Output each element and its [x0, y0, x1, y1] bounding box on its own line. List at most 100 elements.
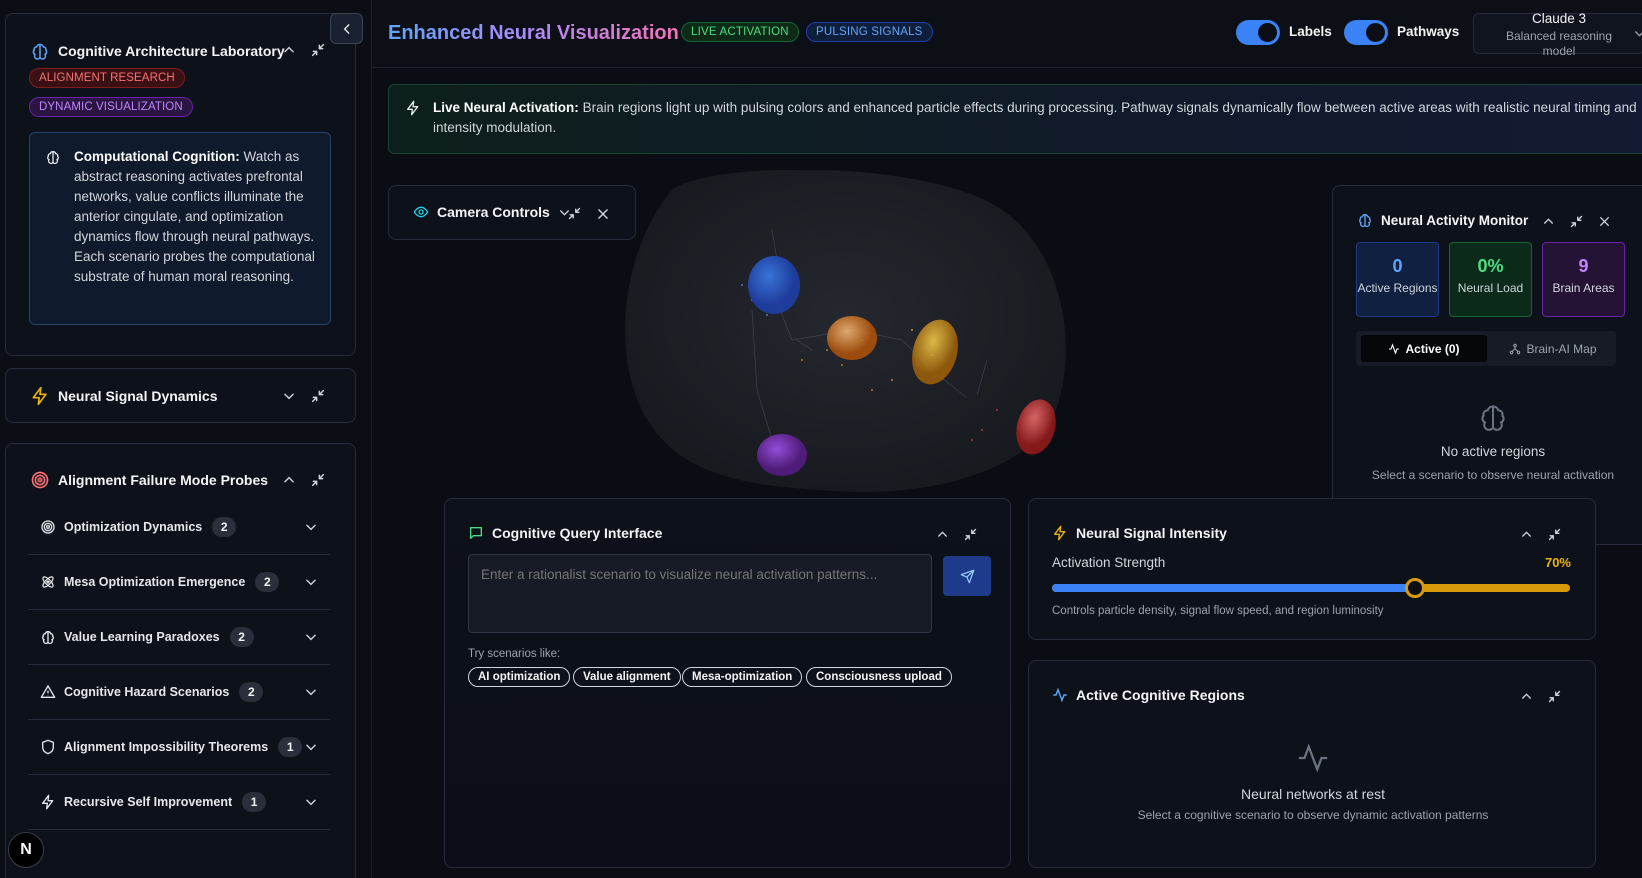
probes-title: Alignment Failure Mode Probes — [58, 472, 269, 488]
shield-icon — [40, 739, 56, 755]
minimize-icon[interactable] — [963, 527, 978, 542]
target-icon — [40, 519, 56, 535]
chevron-down-icon[interactable] — [282, 389, 296, 403]
close-icon[interactable] — [596, 207, 610, 221]
stat-brain-areas: 9 Brain Areas — [1542, 242, 1625, 317]
probe-label: Optimization Dynamics — [64, 520, 203, 534]
query-input[interactable] — [468, 554, 932, 633]
region-temporal — [757, 434, 807, 476]
lightning-icon — [1054, 525, 1066, 541]
live-activation-banner: Live Neural Activation: Brain regions li… — [388, 84, 1642, 154]
chevron-up-icon[interactable] — [282, 473, 296, 487]
probe-impossibility-theorems[interactable]: Alignment Impossibility Theorems 1 — [28, 720, 330, 775]
chevron-up-icon[interactable] — [1520, 528, 1533, 541]
regions-title: Active Cognitive Regions — [1076, 687, 1245, 703]
region-prefrontal — [748, 256, 800, 314]
top-bar: Enhanced Neural Visualization LIVE ACTIV… — [372, 0, 1642, 68]
minimize-icon[interactable] — [1547, 527, 1562, 542]
active-regions-panel: Active Cognitive Regions Neural networks… — [1028, 660, 1596, 868]
model-select[interactable]: Claude 3 Balanced reasoning model — [1473, 11, 1642, 58]
close-icon[interactable] — [1598, 215, 1611, 228]
probe-optimization-dynamics[interactable]: Optimization Dynamics 2 — [28, 500, 330, 555]
badge-alignment-research: ALIGNMENT RESEARCH — [29, 68, 185, 88]
query-title: Cognitive Query Interface — [492, 525, 663, 541]
chevron-down-icon[interactable] — [304, 575, 318, 589]
activity-icon — [1298, 743, 1328, 773]
pathways-toggle[interactable] — [1344, 20, 1388, 45]
model-description: Balanced reasoning model — [1505, 29, 1613, 58]
chevron-down-icon[interactable] — [304, 520, 318, 534]
stat-active-regions: 0 Active Regions — [1356, 242, 1439, 317]
brain-viewport[interactable]: Camera Controls Neural Activity Monitor … — [372, 170, 1642, 878]
sidebar-collapse-button[interactable] — [330, 13, 363, 44]
brain-icon — [47, 151, 59, 165]
minimize-icon[interactable] — [1569, 214, 1584, 229]
slider-fill — [1052, 584, 1415, 592]
camera-controls-panel: Camera Controls — [388, 185, 636, 240]
lightning-icon — [40, 794, 56, 810]
stat-label: Active Regions — [1357, 281, 1438, 295]
monitor-empty-subtitle: Select a scenario to observe neural acti… — [1371, 468, 1615, 482]
minimize-icon[interactable] — [310, 388, 326, 404]
page-title: Enhanced Neural Visualization — [388, 22, 679, 44]
minimize-icon[interactable] — [1547, 689, 1562, 704]
brain-icon — [1481, 405, 1505, 431]
monitor-title: Neural Activity Monitor — [1381, 212, 1529, 228]
stat-neural-load: 0% Neural Load — [1449, 242, 1532, 317]
probe-value-learning[interactable]: Value Learning Paradoxes 2 — [28, 610, 330, 665]
send-button[interactable] — [943, 556, 991, 596]
chevron-left-icon — [343, 23, 349, 34]
app-logo[interactable]: N — [8, 832, 44, 868]
signal-dynamics-title: Neural Signal Dynamics — [58, 388, 218, 404]
regions-empty-subtitle: Select a cognitive scenario to observe d… — [1137, 808, 1489, 822]
probe-label: Recursive Self Improvement — [64, 795, 233, 809]
chip-consciousness-upload[interactable]: Consciousness upload — [806, 667, 952, 687]
chevron-up-icon[interactable] — [1542, 215, 1555, 228]
chip-value-alignment[interactable]: Value alignment — [573, 667, 681, 687]
chevron-down-icon[interactable] — [304, 795, 318, 809]
tag-pulsing-signals: PULSING SIGNALS — [806, 22, 933, 42]
eye-icon — [413, 206, 429, 218]
minimize-icon[interactable] — [567, 206, 582, 221]
signal-dynamics-panel[interactable]: Neural Signal Dynamics — [5, 368, 356, 423]
tab-active-label: Active (0) — [1405, 341, 1460, 356]
main-area: Enhanced Neural Visualization LIVE ACTIV… — [372, 0, 1642, 878]
query-interface-panel: Cognitive Query Interface Try scenarios … — [444, 498, 1011, 868]
labels-toggle[interactable] — [1236, 20, 1280, 45]
neural-activity-monitor: Neural Activity Monitor 0 Active Regions… — [1332, 185, 1642, 545]
chip-mesa-optimization[interactable]: Mesa-optimization — [682, 667, 803, 687]
chevron-up-icon[interactable] — [936, 528, 949, 541]
chevron-down-icon[interactable] — [304, 685, 318, 699]
chevron-down-icon[interactable] — [304, 740, 318, 754]
probe-label: Cognitive Hazard Scenarios — [64, 685, 230, 699]
minimize-icon[interactable] — [310, 42, 326, 58]
lab-panel: Cognitive Architecture Laboratory ALIGNM… — [5, 13, 356, 356]
activation-slider[interactable] — [1052, 578, 1570, 598]
chevron-down-icon[interactable] — [304, 630, 318, 644]
slider-thumb[interactable] — [1404, 578, 1425, 598]
warning-icon — [40, 684, 56, 700]
intensity-title: Neural Signal Intensity — [1076, 525, 1227, 541]
stat-value: 9 — [1578, 256, 1589, 276]
probe-count: 1 — [278, 737, 303, 757]
chevron-up-icon[interactable] — [1520, 690, 1533, 703]
model-name: Claude 3 — [1531, 11, 1587, 26]
activation-label: Activation Strength — [1052, 555, 1166, 570]
stat-value: 0% — [1477, 256, 1504, 276]
labels-toggle-label: Labels — [1289, 24, 1332, 39]
try-label: Try scenarios like: — [468, 648, 561, 660]
tab-active-regions[interactable]: Active (0) — [1361, 335, 1487, 362]
probe-recursive-self-improvement[interactable]: Recursive Self Improvement 1 — [28, 775, 330, 830]
stat-value: 0 — [1392, 256, 1403, 276]
stat-label: Brain Areas — [1552, 281, 1615, 295]
message-icon — [470, 527, 482, 539]
minimize-icon[interactable] — [310, 472, 326, 488]
info-text: Watch as abstract reasoning activates pr… — [74, 149, 315, 284]
tab-brain-ai-map[interactable]: Brain-AI Map — [1490, 335, 1616, 362]
probe-cognitive-hazard[interactable]: Cognitive Hazard Scenarios 2 — [28, 665, 330, 720]
banner-bold: Live Neural Activation: — [433, 100, 579, 115]
pathways-toggle-label: Pathways — [1397, 24, 1460, 39]
probe-mesa-optimization[interactable]: Mesa Optimization Emergence 2 — [28, 555, 330, 610]
chip-ai-optimization[interactable]: AI optimization — [468, 667, 571, 687]
chevron-up-icon[interactable] — [282, 43, 296, 57]
